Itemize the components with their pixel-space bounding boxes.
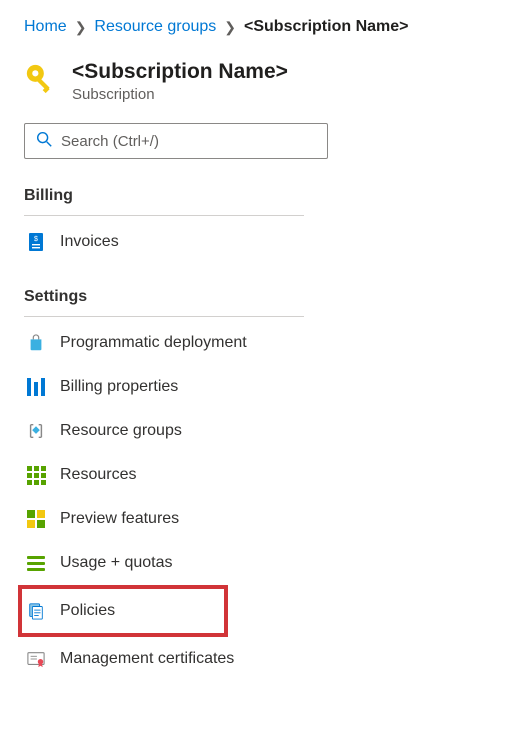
key-icon <box>24 62 58 96</box>
section-title-settings: Settings <box>24 288 304 317</box>
page-title: <Subscription Name> <box>72 60 288 84</box>
breadcrumb-current: <Subscription Name> <box>244 18 409 36</box>
breadcrumb-resource-groups[interactable]: Resource groups <box>94 18 216 36</box>
sidebar-item-label: Management certificates <box>60 650 234 668</box>
invoice-icon: $ <box>26 232 46 252</box>
sidebar-item-preview-features[interactable]: Preview features <box>24 497 304 541</box>
highlight-box: Policies <box>18 585 228 637</box>
sidebar-item-management-certificates[interactable]: Management certificates <box>24 637 304 681</box>
list-lines-icon <box>26 553 46 573</box>
chevron-right-icon: ❯ <box>224 19 236 36</box>
section-title-billing: Billing <box>24 187 304 216</box>
resource-group-icon <box>26 421 46 441</box>
page-header: <Subscription Name> Subscription <box>24 60 497 103</box>
search-box[interactable] <box>24 123 328 159</box>
section-billing: Billing $ Invoices <box>24 187 497 264</box>
bars-icon <box>26 377 46 397</box>
sidebar-item-label: Billing properties <box>60 378 178 396</box>
page-subtitle: Subscription <box>72 86 288 103</box>
sidebar-item-label: Policies <box>60 602 115 620</box>
sidebar-item-label: Resources <box>60 466 136 484</box>
sidebar-item-policies[interactable]: Policies <box>24 589 224 633</box>
grid-icon <box>26 465 46 485</box>
sidebar-item-label: Programmatic deployment <box>60 334 247 352</box>
sidebar-item-programmatic-deployment[interactable]: Programmatic deployment <box>24 321 304 365</box>
chevron-right-icon: ❯ <box>75 19 87 36</box>
svg-text:$: $ <box>34 236 38 243</box>
sidebar-item-label: Preview features <box>60 510 179 528</box>
bag-icon <box>26 333 46 353</box>
sidebar-item-label: Resource groups <box>60 422 182 440</box>
breadcrumb: Home ❯ Resource groups ❯ <Subscription N… <box>24 18 497 36</box>
sidebar-item-invoices[interactable]: $ Invoices <box>24 220 304 264</box>
certificate-icon <box>26 649 46 669</box>
preview-icon <box>26 509 46 529</box>
section-settings: Settings Programmatic deployment Billing… <box>24 288 497 681</box>
sidebar-item-billing-properties[interactable]: Billing properties <box>24 365 304 409</box>
breadcrumb-home[interactable]: Home <box>24 18 67 36</box>
policy-icon <box>26 601 46 621</box>
sidebar-item-label: Usage + quotas <box>60 554 173 572</box>
search-icon <box>35 130 61 153</box>
sidebar-item-usage-quotas[interactable]: Usage + quotas <box>24 541 304 585</box>
sidebar-item-resources[interactable]: Resources <box>24 453 304 497</box>
sidebar-item-label: Invoices <box>60 233 119 251</box>
search-input[interactable] <box>61 133 317 150</box>
sidebar-item-resource-groups[interactable]: Resource groups <box>24 409 304 453</box>
